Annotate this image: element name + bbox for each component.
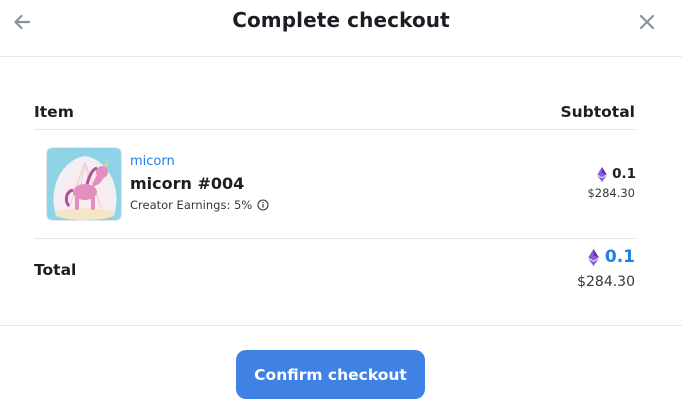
item-thumbnail[interactable] (46, 147, 122, 221)
close-button[interactable] (635, 10, 659, 34)
item-column-header: Item (34, 103, 74, 121)
collection-link[interactable]: micorn (130, 154, 175, 169)
total-price-usd: $284.30 (577, 274, 635, 290)
modal-title: Complete checkout (232, 8, 450, 32)
subtotal-column-header: Subtotal (560, 103, 635, 121)
modal-header: Complete checkout (0, 0, 682, 57)
confirm-checkout-button[interactable]: Confirm checkout (236, 350, 425, 399)
total-price: 0.1 (588, 247, 635, 267)
divider (34, 129, 636, 130)
ethereum-icon (597, 166, 607, 182)
creator-earnings: Creator Earnings: 5% (130, 198, 269, 212)
creator-earnings-label: Creator Earnings: 5% (130, 198, 253, 212)
unicorn-image (47, 148, 121, 220)
item-price-eth: 0.1 (612, 166, 636, 182)
total-label: Total (34, 261, 77, 279)
item-name: micorn #004 (130, 174, 245, 193)
divider (34, 238, 636, 239)
item-price-usd: $284.30 (587, 186, 635, 200)
divider (0, 325, 682, 326)
item-price: 0.1 (597, 166, 636, 182)
close-icon (639, 14, 655, 30)
total-price-eth: 0.1 (604, 247, 635, 267)
ethereum-icon (588, 248, 599, 266)
info-icon[interactable] (257, 199, 269, 211)
